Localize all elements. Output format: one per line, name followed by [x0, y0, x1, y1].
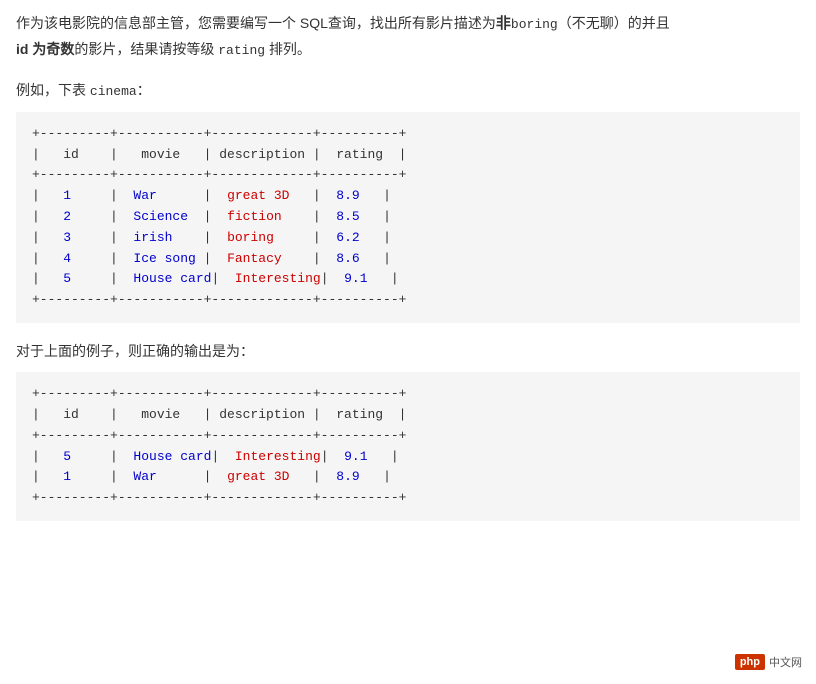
table-row: | 2 | Science | fiction | 8.5 |: [32, 207, 784, 228]
intro-line2-final: 排列。: [269, 41, 311, 57]
table-row: | 1 | War | great 3D | 8.9 |: [32, 467, 784, 488]
not-keyword: 非: [496, 15, 511, 32]
table-row: | 1 | War | great 3D | 8.9 |: [32, 186, 784, 207]
table-row: | 5 | House card| Interesting| 9.1 |: [32, 447, 784, 468]
result-table-bot-separator: +---------+-----------+-------------+---…: [32, 488, 784, 509]
table-row: | 4 | Ice song | Fantacy | 8.6 |: [32, 249, 784, 270]
intro-paragraph: 作为该电影院的信息部主管，您需要编写一个 SQL查询，找出所有影片描述为非bor…: [16, 10, 800, 62]
php-badge: php: [735, 654, 765, 670]
table-top-separator: +---------+-----------+-------------+---…: [32, 124, 784, 145]
rating-code: rating: [218, 43, 265, 58]
example-label-text: 例如，下表: [16, 82, 86, 98]
result-table-header: | id | movie | description | rating |: [32, 405, 784, 426]
example-colon: ：: [137, 82, 151, 98]
table-row: | 5 | House card| Interesting| 9.1 |: [32, 269, 784, 290]
intro-line1-end: （不无聊）的并且: [558, 15, 670, 31]
table-bot-separator: +---------+-----------+-------------+---…: [32, 290, 784, 311]
id-odd-bold: id 为奇数: [16, 41, 74, 57]
watermark: php 中文网: [735, 654, 802, 670]
result-table-block: +---------+-----------+-------------+---…: [16, 372, 800, 521]
intro-line2-end: 的影片，结果请按等级: [74, 41, 214, 57]
table-row: | 3 | irish | boring | 6.2 |: [32, 228, 784, 249]
example-section-label: 例如，下表 cinema：: [16, 78, 800, 103]
cinema-table-block: +---------+-----------+-------------+---…: [16, 112, 800, 323]
output-label-text: 对于上面的例子，则正确的输出是为：: [16, 343, 254, 359]
site-text: 中文网: [769, 654, 802, 670]
output-section-label: 对于上面的例子，则正确的输出是为：: [16, 339, 800, 364]
boring-code: boring: [511, 17, 558, 32]
intro-line1-start: 作为该电影院的信息部主管，您需要编写一个 SQL查询，找出所有影片描述为: [16, 15, 496, 31]
result-table-mid-separator: +---------+-----------+-------------+---…: [32, 426, 784, 447]
result-table-top-separator: +---------+-----------+-------------+---…: [32, 384, 784, 405]
cinema-code-label: cinema: [90, 84, 137, 99]
table-header: | id | movie | description | rating |: [32, 145, 784, 166]
table-mid-separator: +---------+-----------+-------------+---…: [32, 165, 784, 186]
